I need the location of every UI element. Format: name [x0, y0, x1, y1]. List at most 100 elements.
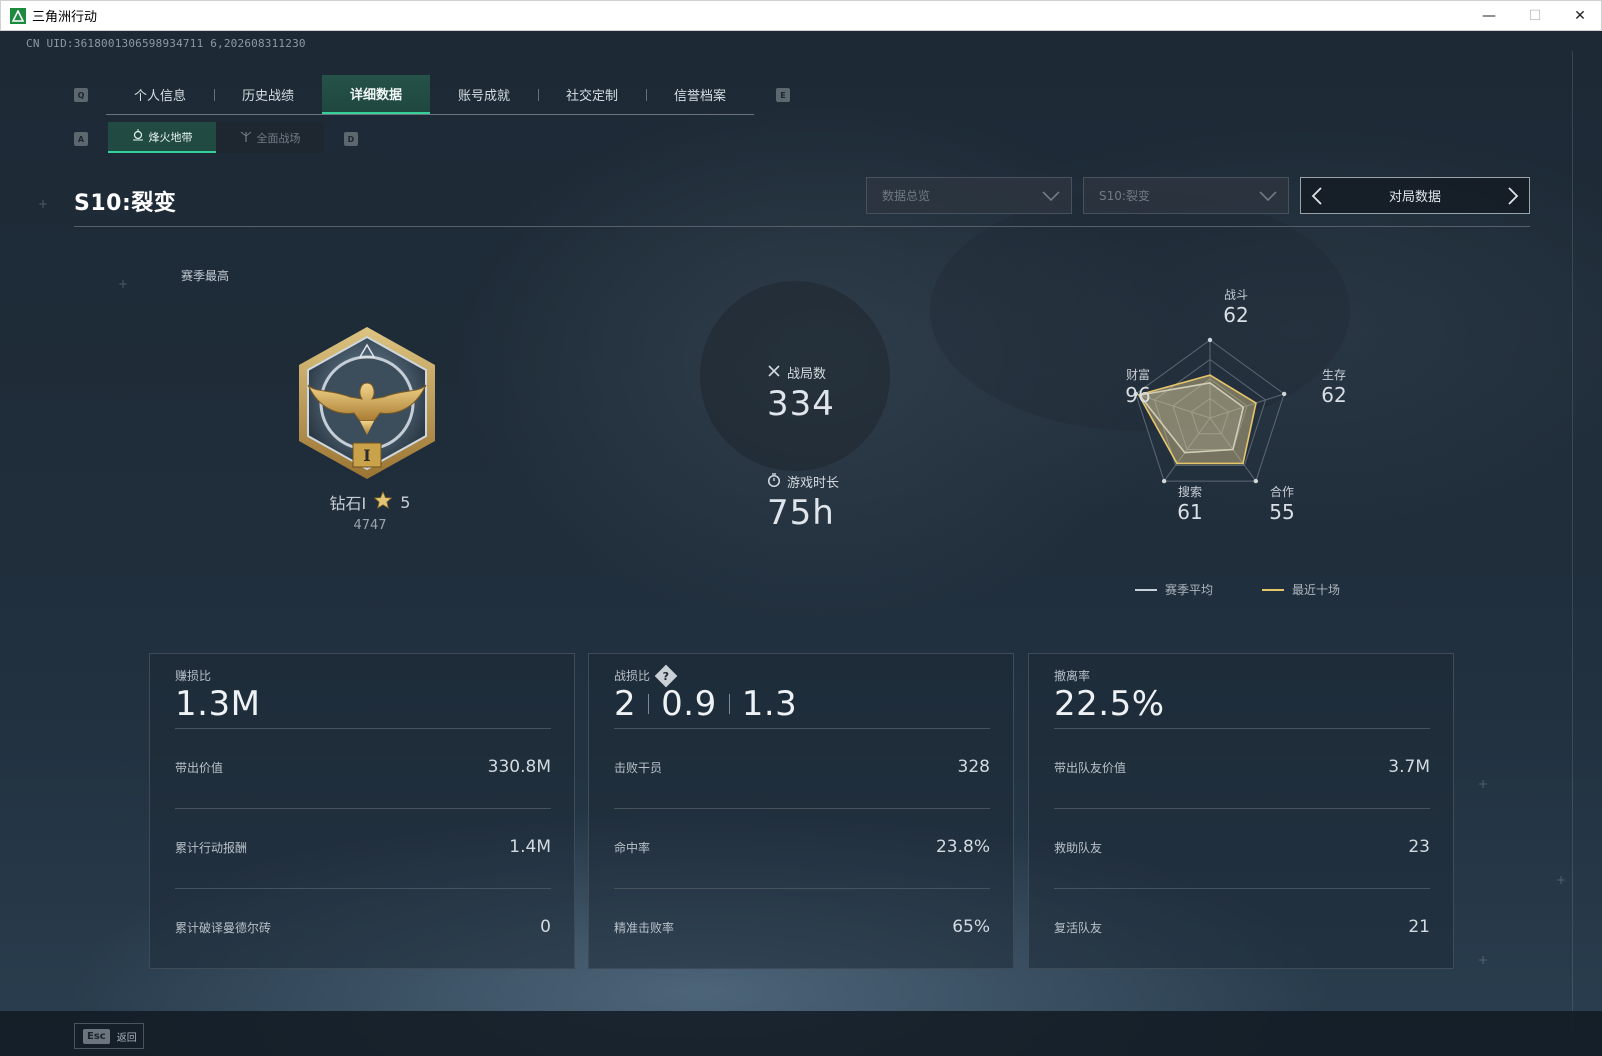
mode-subtabs: 烽火地带 全面战场 [108, 122, 324, 153]
key-hint-d: D [344, 132, 358, 146]
tab-match-history[interactable]: 历史战绩 [214, 75, 322, 114]
window-title: 三角洲行动 [32, 10, 98, 25]
maximize-button[interactable]: ☐ [1512, 1, 1558, 31]
window-titlebar: 三角洲行动 — ☐ ✕ [0, 0, 1602, 31]
tab-personal-info[interactable]: 个人信息 [106, 75, 214, 114]
card-row: 带出价值 330.8M [175, 757, 551, 777]
decor-plus: + [1556, 873, 1567, 887]
card-head-value: 2 0.9 1.3 [614, 684, 798, 724]
key-hint-e: E [776, 88, 790, 102]
matches-value: 334 [767, 384, 835, 424]
chevron-down-icon [1258, 187, 1278, 208]
card-divider [1054, 888, 1430, 889]
subtab-label: 烽火地带 [148, 130, 193, 144]
playtime-stat: 游戏时长 75h [767, 472, 839, 533]
back-button[interactable]: Esc 返回 [74, 1023, 144, 1049]
legend-label: 最近十场 [1292, 583, 1341, 597]
card-divider [175, 888, 551, 889]
game-canvas: + + + + + CN UID:3618001306598934711 6,2… [0, 31, 1602, 1056]
card-head-label: 撤离率 [1054, 669, 1091, 683]
rank-name: 钻石I [329, 494, 367, 513]
close-button[interactable]: ✕ [1557, 1, 1602, 31]
card-divider [614, 808, 990, 809]
radar-label-combat: 战斗 62 [1223, 288, 1249, 327]
card-divider [614, 728, 990, 729]
legend-recent-ten: 最近十场 [1262, 581, 1340, 598]
kd-card: 战损比 ? 2 0.9 1.3 击败干员 328 命中率 23.8% 精准击败率 65… [588, 653, 1014, 969]
card-head-value: 22.5% [1054, 684, 1165, 724]
season-dropdown[interactable]: S10:裂变 [1083, 177, 1289, 214]
card-row: 命中率 23.8% [614, 837, 990, 857]
app-logo-icon [10, 7, 26, 24]
card-row: 累计行动报酬 1.4M [175, 837, 551, 857]
tab-social-custom[interactable]: 社交定制 [538, 75, 646, 114]
tab-reputation[interactable]: 信誉档案 [646, 75, 754, 114]
card-row: 救助队友 23 [1054, 837, 1430, 857]
card-divider [175, 728, 551, 729]
radar-label-wealth: 财富 96 [1125, 368, 1151, 407]
tab-achievements[interactable]: 账号成就 [430, 75, 538, 114]
back-label: 返回 [116, 1032, 137, 1044]
decor-plus: + [1478, 953, 1489, 967]
chevron-left-icon[interactable] [1311, 186, 1323, 210]
key-hint-q: Q [74, 88, 88, 102]
rank-line: 钻石I 5 [250, 490, 490, 514]
matches-label: 战局数 [787, 367, 827, 382]
minimize-button[interactable]: — [1466, 1, 1512, 31]
diamond-rank-medal-icon: I [290, 323, 445, 487]
main-tabs: 个人信息 历史战绩 详细数据 账号成就 社交定制 信誉档案 [106, 75, 754, 115]
key-hint-a: A [74, 132, 88, 146]
rank-points: 4747 [353, 518, 387, 533]
card-row: 复活队友 21 [1054, 917, 1430, 937]
card-head-label: 赚损比 [175, 669, 212, 683]
legend-line-icon [1262, 588, 1284, 591]
antenna-icon [240, 130, 252, 145]
subtab-warzone[interactable]: 烽火地带 [108, 122, 216, 153]
profit-card: 赚损比 1.3M 带出价值 330.8M 累计行动报酬 1.4M 累计破译曼德尔砖 0 [149, 653, 575, 969]
radar-label-survival: 生存 62 [1321, 368, 1347, 407]
bottom-bar: Esc 返回 [0, 1011, 1602, 1056]
card-row: 击败干员 328 [614, 757, 990, 777]
tab-detailed-data[interactable]: 详细数据 [322, 75, 430, 114]
matches-stat: 战局数 334 [767, 363, 835, 424]
data-type-pager: 对局数据 [1300, 177, 1530, 214]
radar-label-search: 搜索 61 [1177, 485, 1203, 524]
playtime-label: 游戏时长 [787, 476, 840, 491]
subtab-label: 全面战场 [256, 131, 301, 145]
radar-vertex-dot [1281, 391, 1287, 397]
medal-numeral: I [363, 446, 370, 465]
crossed-swords-icon [767, 364, 781, 382]
playtime-value: 75h [767, 493, 835, 533]
card-divider [1054, 728, 1430, 729]
overview-dropdown[interactable]: 数据总览 [866, 177, 1072, 214]
card-row: 带出队友价值 3.7M [1054, 757, 1430, 777]
card-divider [1054, 808, 1430, 809]
star-icon [373, 490, 393, 513]
card-head-value: 1.3M [175, 684, 261, 724]
legend-season-average: 赛季平均 [1135, 581, 1213, 598]
esc-key-hint: Esc [83, 1028, 110, 1044]
stopwatch-icon [767, 472, 781, 491]
legend-line-icon [1135, 588, 1157, 591]
decor-line [1572, 51, 1573, 1031]
card-divider [614, 888, 990, 889]
legend-label: 赛季平均 [1165, 583, 1214, 597]
subtab-battlefield[interactable]: 全面战场 [216, 122, 324, 153]
chevron-down-icon [1041, 187, 1061, 208]
card-row: 累计破译曼德尔砖 0 [175, 917, 551, 937]
chevron-right-icon[interactable] [1507, 186, 1519, 210]
extraction-card: 撤离率 22.5% 带出队友价值 3.7M 救助队友 23 复活队友 21 [1028, 653, 1454, 969]
season-high-label: 赛季最高 [181, 269, 230, 283]
radar-label-teamwork: 合作 55 [1269, 485, 1295, 524]
decor-plus: + [118, 277, 129, 291]
value-separator [648, 694, 650, 714]
card-head-label: 战损比 ? [614, 664, 678, 687]
player-uid: CN UID:3618001306598934711 6,20260831123… [26, 37, 306, 50]
crosshair-icon [132, 129, 144, 144]
pager-label: 对局数据 [1388, 190, 1441, 205]
decor-plus: + [38, 197, 49, 211]
radar-vertex-dot [1207, 337, 1213, 343]
title-divider [74, 226, 1530, 227]
card-row: 精准击败率 65% [614, 917, 990, 937]
dropdown-value: S10:裂变 [1099, 189, 1150, 203]
